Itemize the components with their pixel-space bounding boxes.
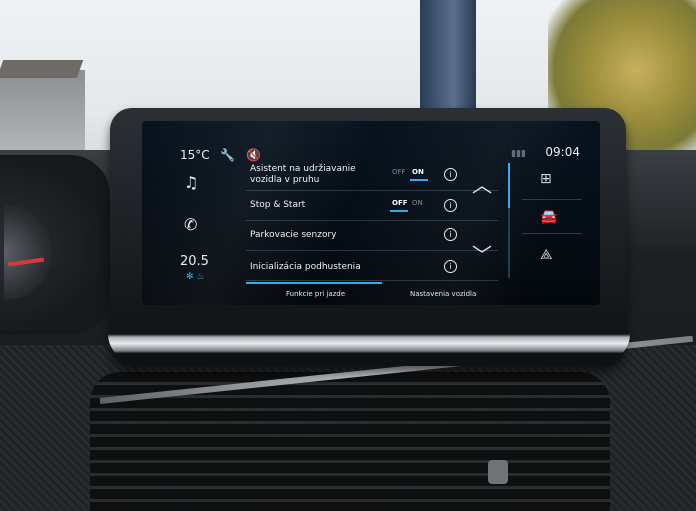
infotainment-screen: 15°C 🔧 🔇 ▮▮▮ 09:04 ♫ ✆ 20.5 ✻ ♨ Asistent… xyxy=(142,121,600,305)
setting-label: Asistent na udržiavanie vozidla v pruhu xyxy=(250,164,356,185)
climate-temperature[interactable]: 20.5 xyxy=(180,254,209,269)
info-icon[interactable]: i xyxy=(444,228,457,241)
background-pole xyxy=(420,0,476,112)
list-item[interactable]: Inicializácia podhustenia i xyxy=(246,250,498,281)
signal-icon: ▮▮▮ xyxy=(511,149,526,159)
info-icon[interactable]: i xyxy=(444,168,457,181)
list-item[interactable]: Asistent na udržiavanie vozidla v pruhu … xyxy=(246,160,498,191)
lane-assist-toggle[interactable]: OFF ON xyxy=(388,168,428,181)
vent-knob[interactable] xyxy=(488,460,508,484)
toggle-indicator xyxy=(390,210,408,212)
grid-apps-icon[interactable]: ⊞ xyxy=(540,171,552,187)
setting-label: Parkovacie senzory xyxy=(250,230,337,240)
navigation-arrow-icon[interactable]: ⟁ xyxy=(540,247,553,263)
toggle-off-label: OFF xyxy=(392,199,408,207)
outside-temperature: 15°C xyxy=(180,148,210,162)
tab-driving-functions[interactable]: Funkcie pri jazde xyxy=(286,290,345,298)
car-icon[interactable]: 🚘 xyxy=(540,209,557,225)
phone-icon[interactable]: ✆ xyxy=(184,215,197,234)
music-note-icon[interactable]: ♫ xyxy=(184,173,198,192)
stop-start-toggle[interactable]: OFF ON xyxy=(388,199,428,212)
setting-label: Stop & Start xyxy=(250,200,306,210)
toggle-on-label: ON xyxy=(412,199,423,207)
wrench-icon[interactable]: 🔧 xyxy=(220,148,235,162)
list-item[interactable]: Stop & Start OFF ON i xyxy=(246,190,498,221)
info-icon[interactable]: i xyxy=(444,260,457,273)
seat-heat-icon[interactable]: ♨ xyxy=(196,272,204,282)
divider xyxy=(522,233,582,234)
screen-chrome-trim xyxy=(108,300,630,362)
toggle-indicator xyxy=(410,179,428,181)
scrollbar-thumb[interactable] xyxy=(508,163,510,208)
list-item[interactable]: Parkovacie senzory i xyxy=(246,220,498,251)
clock: 09:04 xyxy=(545,145,580,159)
scroll-up-button[interactable]: ︿ xyxy=(472,169,492,198)
info-icon[interactable]: i xyxy=(444,199,457,212)
toggle-off-label: OFF xyxy=(392,168,406,176)
divider xyxy=(522,199,582,200)
scroll-down-button[interactable]: ﹀ xyxy=(472,239,492,268)
toggle-on-label: ON xyxy=(412,168,424,176)
climate-icons[interactable]: ✻ ♨ xyxy=(186,272,205,282)
tab-vehicle-settings[interactable]: Nastavenia vozidla xyxy=(410,290,476,298)
setting-label: Inicializácia podhustenia xyxy=(250,262,361,272)
fan-icon[interactable]: ✻ xyxy=(186,272,194,282)
active-tab-indicator xyxy=(246,282,382,284)
